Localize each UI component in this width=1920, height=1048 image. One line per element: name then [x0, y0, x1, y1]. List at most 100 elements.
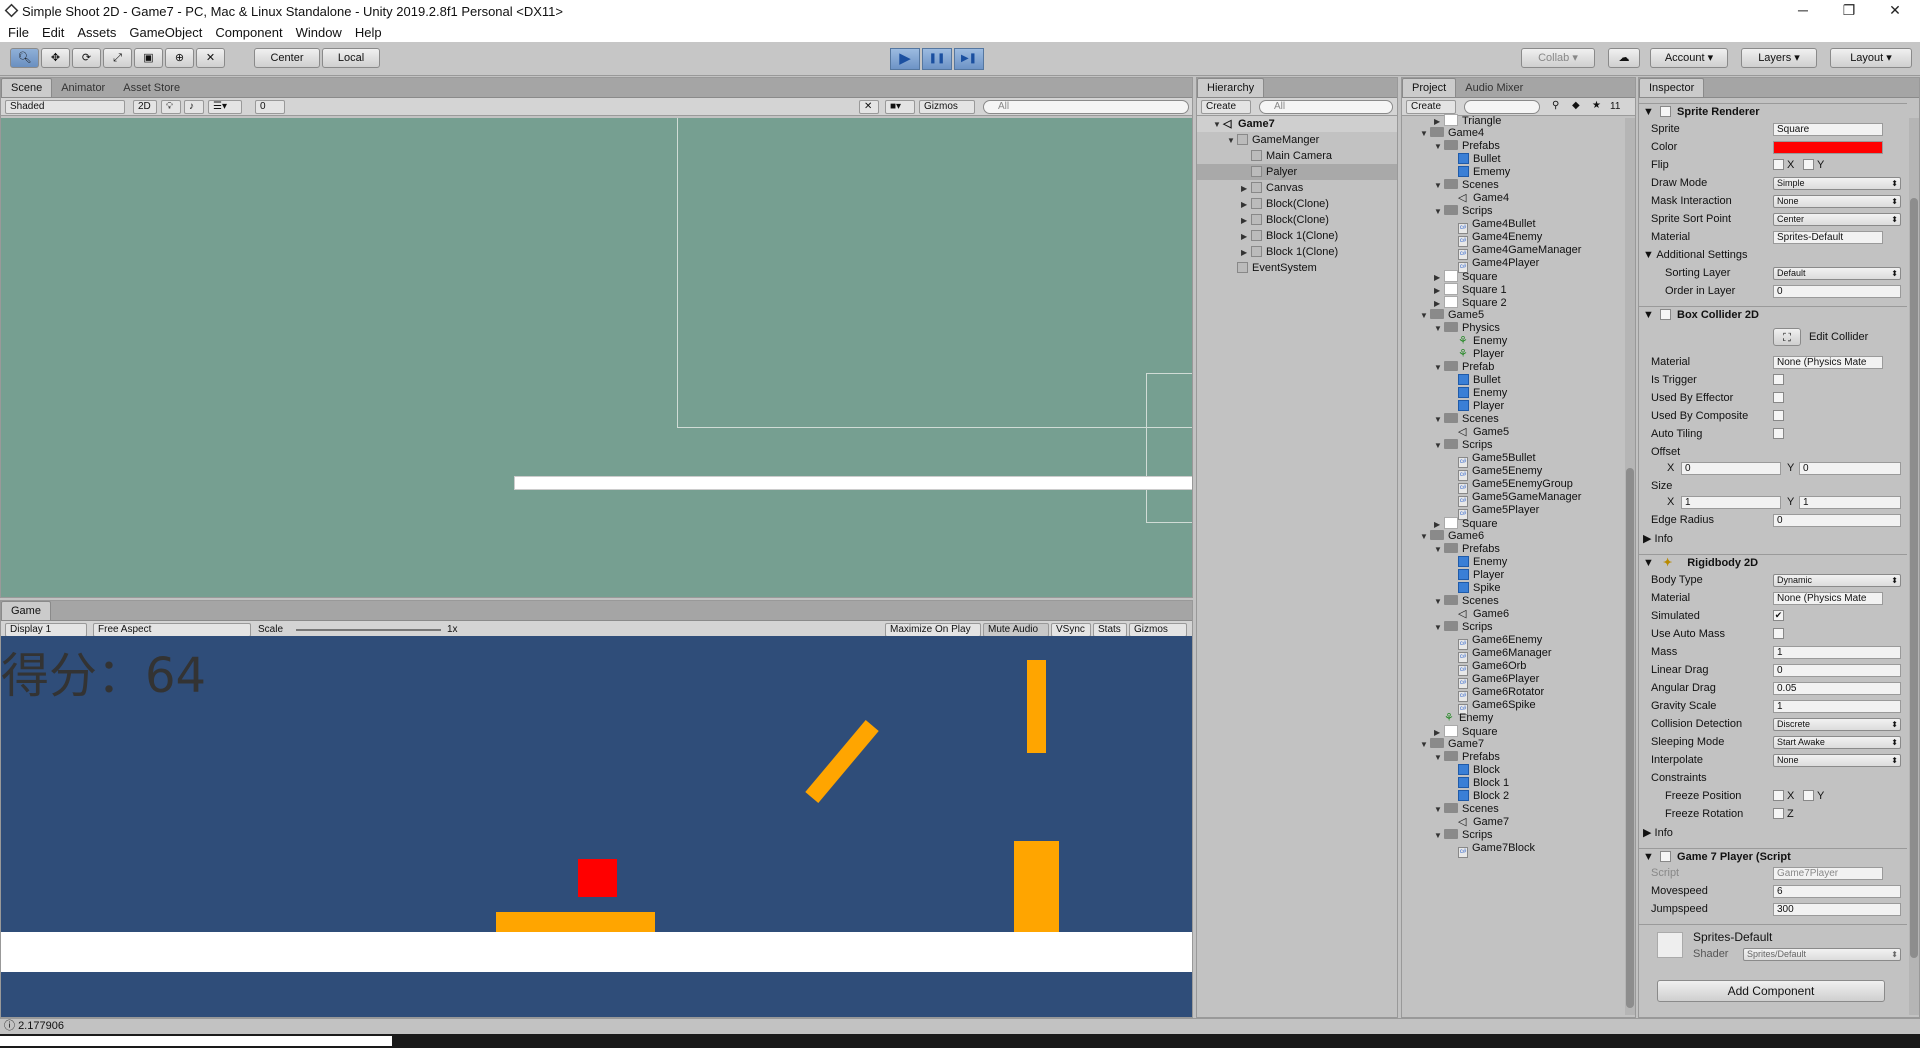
project-item[interactable]: ◁ Game7	[1402, 816, 1624, 829]
menu-gameobject[interactable]: GameObject	[129, 25, 202, 40]
project-item[interactable]: c# Game5Bullet	[1402, 452, 1624, 468]
filter-icon[interactable]: ⚲	[1552, 100, 1559, 111]
expand-arrow-icon[interactable]: ▶	[1241, 213, 1251, 229]
project-scroll-thumb[interactable]	[1626, 468, 1634, 1008]
color-swatch[interactable]	[1773, 141, 1883, 154]
custom-tool-icon[interactable]: ✕	[196, 48, 225, 68]
edge-radius-field[interactable]: 0	[1773, 514, 1901, 527]
edit-collider-button[interactable]: ⛶	[1773, 328, 1801, 346]
rigidbody-info-foldout[interactable]: ▶ Info	[1643, 826, 1673, 839]
collision-detection-dropdown[interactable]: Discrete	[1773, 718, 1901, 731]
body-type-dropdown[interactable]: Dynamic	[1773, 574, 1901, 587]
scale-tool-icon[interactable]: ⤢	[103, 48, 132, 68]
project-create-dropdown[interactable]: Create	[1406, 100, 1456, 114]
sprite-field[interactable]: Square	[1773, 123, 1883, 136]
project-item[interactable]: c# Game4Bullet	[1402, 218, 1624, 234]
inspector-scrollbar[interactable]	[1909, 118, 1919, 1015]
mute-audio-toggle[interactable]: Mute Audio	[983, 623, 1049, 637]
expand-arrow-icon[interactable]: ▼	[1420, 738, 1430, 751]
shading-mode-dropdown[interactable]: Shaded	[5, 100, 125, 114]
menu-edit[interactable]: Edit	[42, 25, 64, 40]
hierarchy-item[interactable]: Main Camera	[1197, 148, 1397, 164]
menu-assets[interactable]: Assets	[77, 25, 116, 40]
hierarchy-create-dropdown[interactable]: Create	[1201, 100, 1251, 114]
vsync-toggle[interactable]: VSync	[1051, 623, 1091, 637]
rb-material-field[interactable]: None (Physics Mate	[1773, 592, 1883, 605]
project-item[interactable]: Bullet	[1402, 374, 1624, 387]
angular-drag-field[interactable]: 0.05	[1773, 682, 1901, 695]
project-item[interactable]: ▼ Game7	[1402, 738, 1624, 751]
scene-viewport[interactable]	[1, 118, 1192, 597]
expand-arrow-icon[interactable]: ▶	[1241, 181, 1251, 197]
console-message[interactable]: 2.177906	[18, 1020, 64, 1032]
scene-tools-icon[interactable]: ✕	[859, 100, 879, 114]
project-item[interactable]: ▶ Square 1	[1402, 283, 1624, 296]
scene-gizmos-dropdown[interactable]: Gizmos	[919, 100, 975, 114]
project-item[interactable]: ◁ Game4	[1402, 192, 1624, 205]
shader-dropdown[interactable]: Sprites/Default	[1743, 948, 1901, 961]
scale-slider[interactable]	[296, 629, 441, 631]
use-auto-mass-checkbox[interactable]	[1773, 628, 1784, 639]
project-item[interactable]: Enemy	[1402, 387, 1624, 400]
inspector-scroll-thumb[interactable]	[1910, 198, 1918, 958]
project-item[interactable]: Bullet	[1402, 153, 1624, 166]
tab-game[interactable]: Game	[1, 601, 51, 620]
project-item[interactable]: c# Game5EnemyGroup	[1402, 478, 1624, 494]
auto-tiling-checkbox[interactable]	[1773, 428, 1784, 439]
order-in-layer-field[interactable]: 0	[1773, 285, 1901, 298]
project-item[interactable]: ▼ Physics	[1402, 322, 1624, 335]
expand-arrow-icon[interactable]: ▼	[1434, 413, 1444, 426]
player-script-header[interactable]: ▼ Game 7 Player (Script	[1639, 848, 1907, 865]
jumpspeed-field[interactable]: 300	[1773, 903, 1901, 916]
additional-settings-foldout[interactable]: ▼ Additional Settings	[1643, 249, 1747, 261]
game-gizmos-dropdown[interactable]: Gizmos	[1129, 623, 1187, 637]
hand-tool-icon[interactable]: 🔍︎	[10, 48, 39, 68]
project-item[interactable]: ▼ Prefabs	[1402, 543, 1624, 556]
expand-arrow-icon[interactable]: ▼	[1434, 140, 1444, 153]
freeze-position-y-checkbox[interactable]	[1803, 790, 1814, 801]
project-item[interactable]: ▶ Square	[1402, 517, 1624, 530]
expand-arrow-icon[interactable]: ▼	[1434, 439, 1444, 452]
project-item[interactable]: ▼ Scenes	[1402, 179, 1624, 192]
menu-component[interactable]: Component	[215, 25, 282, 40]
project-item[interactable]: c# Game5GameManager	[1402, 491, 1624, 507]
offset-x-field[interactable]: 0	[1681, 462, 1781, 475]
pivot-center-button[interactable]: Center	[254, 48, 320, 68]
expand-arrow-icon[interactable]: ▼	[1434, 803, 1444, 816]
layers-dropdown[interactable]: Layers ▾	[1741, 48, 1817, 68]
project-item[interactable]: c# Game6Spike	[1402, 699, 1624, 715]
project-item[interactable]: ⚘ Enemy	[1402, 335, 1624, 348]
tab-animator[interactable]: Animator	[52, 79, 114, 97]
project-item[interactable]: c# Game5Enemy	[1402, 465, 1624, 481]
player-script-enabled-checkbox[interactable]	[1659, 851, 1671, 862]
project-item[interactable]: c# Game4Enemy	[1402, 231, 1624, 247]
collab-button[interactable]: Collab ▾	[1521, 48, 1595, 68]
cloud-icon[interactable]: ☁	[1608, 48, 1640, 68]
hierarchy-item[interactable]: ▶ Canvas	[1197, 180, 1397, 196]
stats-toggle[interactable]: Stats	[1093, 623, 1127, 637]
pause-button[interactable]: ❚❚	[922, 48, 952, 70]
project-item[interactable]: ▼ Scrips	[1402, 439, 1624, 452]
menu-window[interactable]: Window	[296, 25, 342, 40]
project-item[interactable]: Enemy	[1402, 556, 1624, 569]
gravity-scale-field[interactable]: 1	[1773, 700, 1901, 713]
movespeed-field[interactable]: 6	[1773, 885, 1901, 898]
freeze-position-x-checkbox[interactable]	[1773, 790, 1784, 801]
project-item[interactable]: c# Game6Manager	[1402, 647, 1624, 663]
project-item[interactable]: ◁ Game6	[1402, 608, 1624, 621]
hierarchy-item[interactable]: Palyer	[1197, 164, 1397, 180]
project-item[interactable]: ⚘ Player	[1402, 348, 1624, 361]
expand-arrow-icon[interactable]: ▼	[1420, 127, 1430, 140]
project-item[interactable]: c# Game6Player	[1402, 673, 1624, 689]
expand-arrow-icon[interactable]: ▼	[1227, 133, 1237, 149]
expand-arrow-icon[interactable]: ▼	[1434, 595, 1444, 608]
expand-arrow-icon[interactable]: ▶	[1241, 245, 1251, 261]
project-item[interactable]: ▼ Scrips	[1402, 621, 1624, 634]
hierarchy-item[interactable]: ▶ Block(Clone)	[1197, 196, 1397, 212]
star-icon[interactable]: ★	[1592, 100, 1601, 111]
project-item[interactable]: ⚘ Enemy	[1402, 712, 1624, 725]
expand-arrow-icon[interactable]: ▼	[1420, 530, 1430, 543]
layout-dropdown[interactable]: Layout ▾	[1830, 48, 1912, 68]
collider-material-field[interactable]: None (Physics Mate	[1773, 356, 1883, 369]
project-item[interactable]: c# Game5Player	[1402, 504, 1624, 520]
